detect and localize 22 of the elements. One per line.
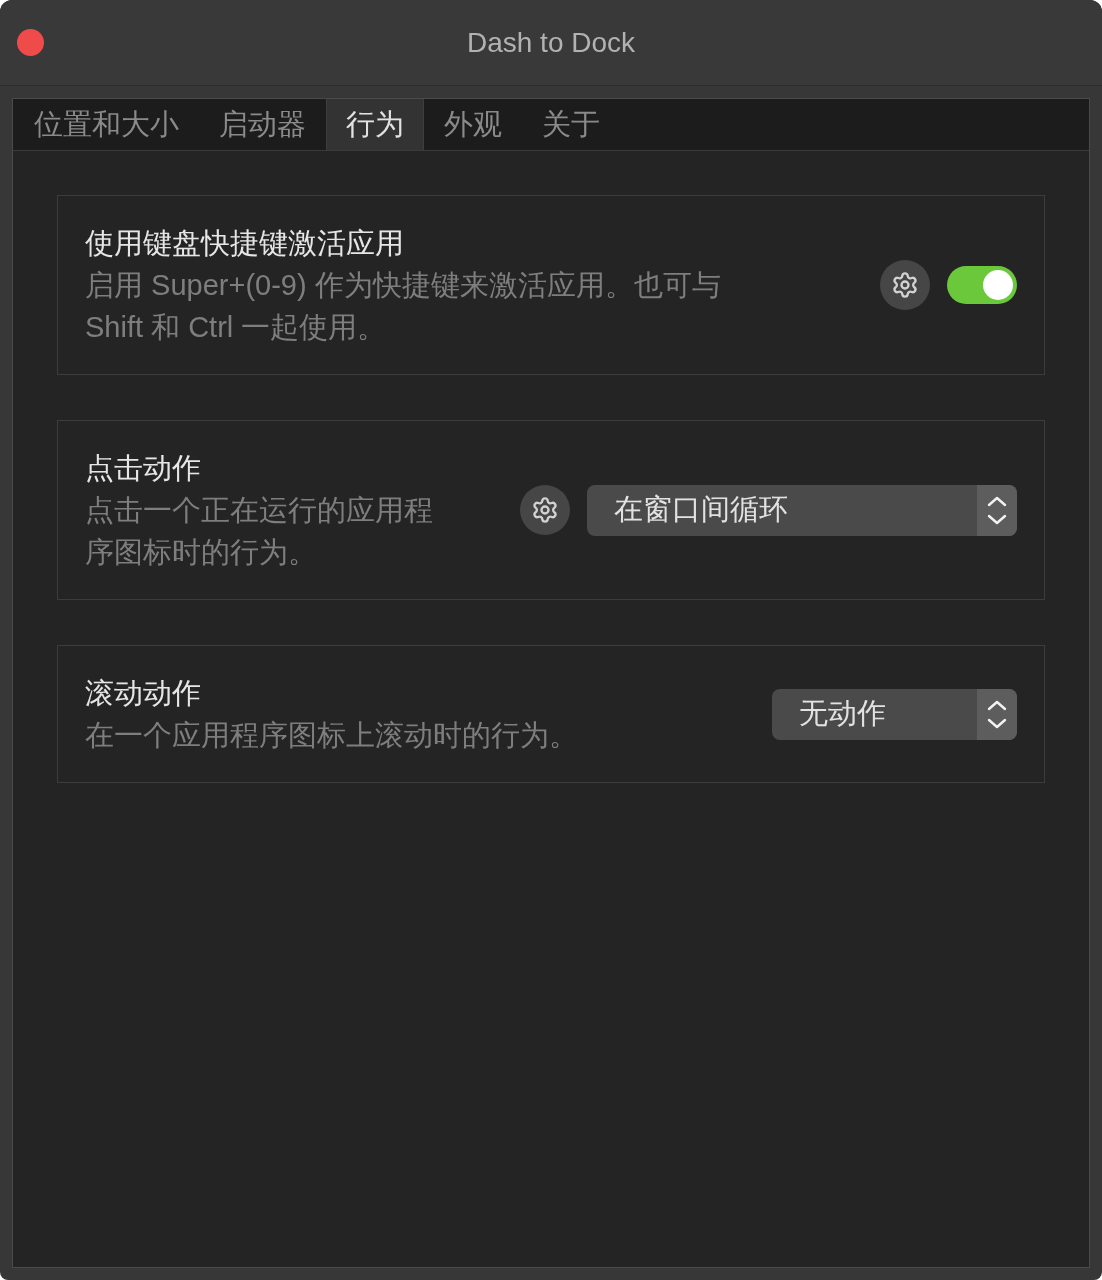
window-title: Dash to Dock [466, 26, 636, 59]
setting-description: 启用 Super+(0-9) 作为快捷键来激活应用。也可与 Shift 和 Ctrl 一起使用。 [85, 268, 722, 345]
setting-description: 点击一个正在运行的应用程序图标时的行为。 [85, 493, 434, 570]
setting-title: 使用键盘快捷键激活应用 [85, 226, 404, 261]
tab[interactable]: 行为 [326, 99, 424, 150]
setting-title: 滚动动作 [85, 676, 201, 711]
dropdown[interactable]: 无动作 [772, 688, 1017, 740]
up-down-chevron-icon [977, 484, 1017, 536]
tab[interactable]: 外观 [424, 99, 522, 150]
settings-button[interactable] [880, 260, 930, 310]
tab[interactable]: 启动器 [199, 99, 326, 150]
tab[interactable]: 位置和大小 [14, 99, 199, 150]
setting-title: 点击动作 [85, 451, 201, 486]
settings-icon [891, 271, 919, 299]
tab[interactable]: 关于 [522, 99, 620, 150]
up-down-chevron-icon [977, 688, 1017, 740]
close-button[interactable] [17, 29, 44, 56]
settings-button[interactable] [520, 485, 570, 535]
toggle-switch[interactable] [947, 266, 1017, 304]
setting-description: 在一个应用程序图标上滚动时的行为。 [85, 718, 578, 753]
settings-icon [531, 496, 559, 524]
dropdown[interactable]: 在窗口间循环 [587, 484, 1017, 536]
